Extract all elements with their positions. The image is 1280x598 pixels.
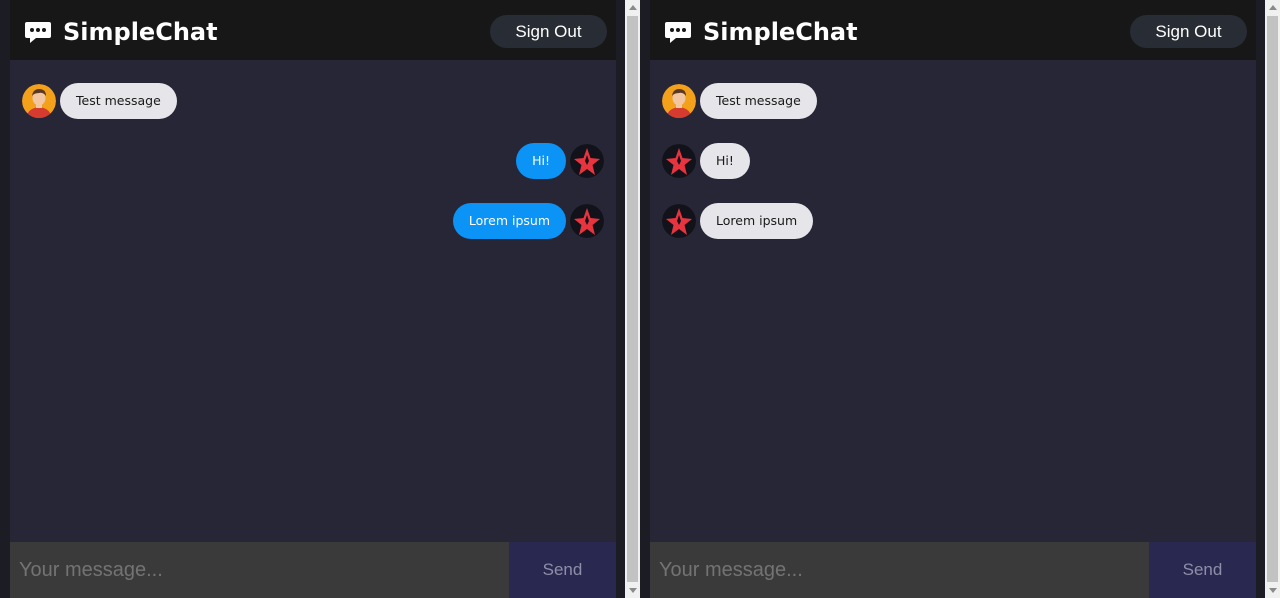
message-item: Lorem ipsum (662, 202, 814, 240)
star-logo-avatar (570, 144, 604, 178)
chat-window-left: SimpleChat Sign Out Test message Hi! Lor… (0, 0, 640, 598)
app-header: SimpleChat Sign Out (650, 0, 1256, 60)
message-composer: Send (10, 542, 616, 598)
scrollbar-thumb[interactable] (627, 16, 638, 582)
message-bubble: Lorem ipsum (700, 203, 814, 239)
user-face-avatar (662, 84, 696, 118)
scroll-up-arrow-icon[interactable] (629, 5, 637, 10)
message-item: Hi! (662, 142, 750, 180)
scroll-down-arrow-icon[interactable] (629, 588, 637, 593)
message-bubble: Hi! (516, 143, 566, 179)
message-item: Lorem ipsum (452, 202, 604, 240)
scrollbar[interactable] (1265, 0, 1280, 598)
message-list: Test message Hi! Lorem ipsum (650, 60, 1256, 540)
star-logo-avatar (662, 204, 696, 238)
message-bubble: Hi! (700, 143, 750, 179)
chat-app: SimpleChat Sign Out Test message Hi! Lor… (10, 0, 616, 598)
message-input[interactable] (650, 542, 1149, 598)
message-list: Test message Hi! Lorem ipsum (10, 60, 616, 540)
message-bubble: Test message (60, 83, 177, 119)
app-header: SimpleChat Sign Out (10, 0, 616, 60)
message-bubble: Test message (700, 83, 817, 119)
send-button[interactable]: Send (509, 542, 616, 598)
message-bubble: Lorem ipsum (452, 203, 566, 239)
scrollbar-thumb[interactable] (1267, 16, 1278, 582)
message-composer: Send (650, 542, 1256, 598)
chat-app: SimpleChat Sign Out Test message Hi! Lor… (650, 0, 1256, 598)
app-title: SimpleChat (703, 18, 858, 46)
scroll-down-arrow-icon[interactable] (1269, 588, 1277, 593)
chat-bubble-icon (665, 22, 691, 43)
send-button[interactable]: Send (1149, 542, 1256, 598)
chat-bubble-icon (25, 22, 51, 43)
star-logo-avatar (662, 144, 696, 178)
scroll-up-arrow-icon[interactable] (1269, 5, 1277, 10)
sign-out-button[interactable]: Sign Out (1130, 15, 1247, 48)
message-item: Hi! (516, 142, 604, 180)
app-title: SimpleChat (63, 18, 218, 46)
star-logo-avatar (570, 204, 604, 238)
user-face-avatar (22, 84, 56, 118)
sign-out-button[interactable]: Sign Out (490, 15, 607, 48)
message-input[interactable] (10, 542, 509, 598)
message-item: Test message (22, 82, 177, 120)
chat-window-right: SimpleChat Sign Out Test message Hi! Lor… (640, 0, 1280, 598)
scrollbar[interactable] (625, 0, 640, 598)
message-item: Test message (662, 82, 817, 120)
